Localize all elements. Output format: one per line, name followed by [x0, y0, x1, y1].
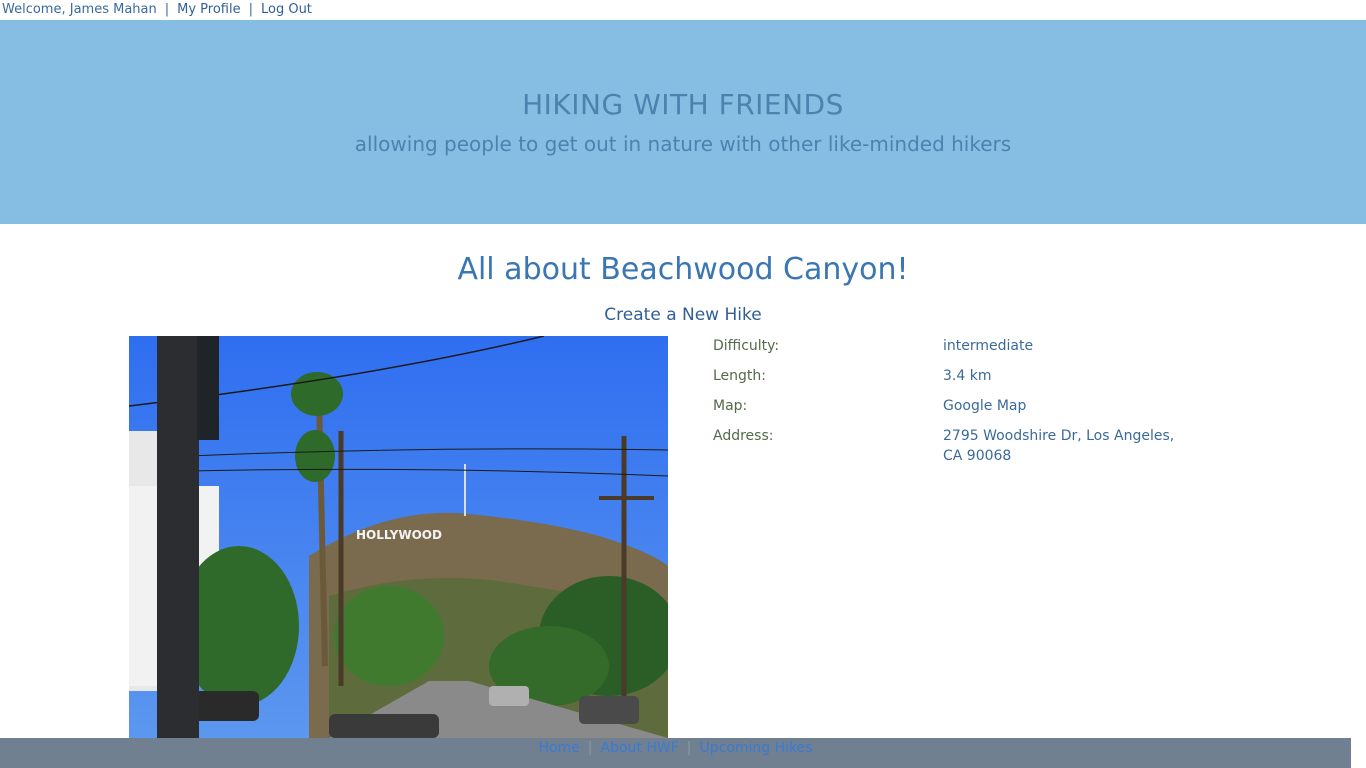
- top-bar: Welcome, James Mahan | My Profile | Log Out: [0, 0, 1366, 20]
- footer-home-link[interactable]: Home: [538, 740, 579, 756]
- address-label: Address:: [713, 428, 774, 444]
- create-new-hike-link[interactable]: Create a New Hike: [604, 305, 761, 325]
- welcome-text: Welcome, James Mahan: [2, 2, 157, 17]
- detail-row-address: Address: 2795 Woodshire Dr, Los Angeles,…: [713, 426, 1213, 466]
- detail-row-map: Map: Google Map: [713, 396, 1213, 416]
- site-title: HIKING WITH FRIENDS: [522, 88, 844, 121]
- address-value: 2795 Woodshire Dr, Los Angeles, CA 90068: [943, 428, 1175, 464]
- header-banner: HIKING WITH FRIENDS allowing people to g…: [0, 20, 1366, 224]
- difficulty-label: Difficulty:: [713, 338, 780, 354]
- hollywood-scene-image: HOLLYWOOD: [129, 336, 668, 738]
- hollywood-sign-text: HOLLYWOOD: [356, 528, 442, 542]
- difficulty-value: intermediate: [943, 338, 1034, 354]
- site-tagline: allowing people to get out in nature wit…: [354, 132, 1012, 156]
- map-label: Map:: [713, 398, 748, 414]
- separator: |: [587, 740, 593, 756]
- separator: |: [248, 2, 253, 17]
- hike-details: Difficulty: intermediate Length: 3.4 km …: [713, 336, 1213, 476]
- footer-nav: Home | About HWF | Upcoming Hikes: [0, 738, 1351, 768]
- footer-upcoming-hikes-link[interactable]: Upcoming Hikes: [699, 740, 812, 756]
- google-map-link[interactable]: Google Map: [943, 398, 1026, 414]
- detail-row-difficulty: Difficulty: intermediate: [713, 336, 1213, 356]
- length-label: Length:: [713, 368, 767, 384]
- length-value: 3.4 km: [943, 368, 992, 384]
- map-value: Google Map: [943, 396, 1193, 416]
- hike-photo: HOLLYWOOD: [129, 336, 668, 738]
- log-out-link[interactable]: Log Out: [261, 2, 312, 17]
- detail-row-length: Length: 3.4 km: [713, 366, 1213, 386]
- footer-about-link[interactable]: About HWF: [601, 740, 679, 756]
- my-profile-link[interactable]: My Profile: [177, 2, 240, 17]
- separator: |: [686, 740, 692, 756]
- page-title: All about Beachwood Canyon!: [457, 252, 909, 287]
- separator: |: [164, 2, 170, 17]
- create-hike-container: Create a New Hike: [0, 305, 1366, 325]
